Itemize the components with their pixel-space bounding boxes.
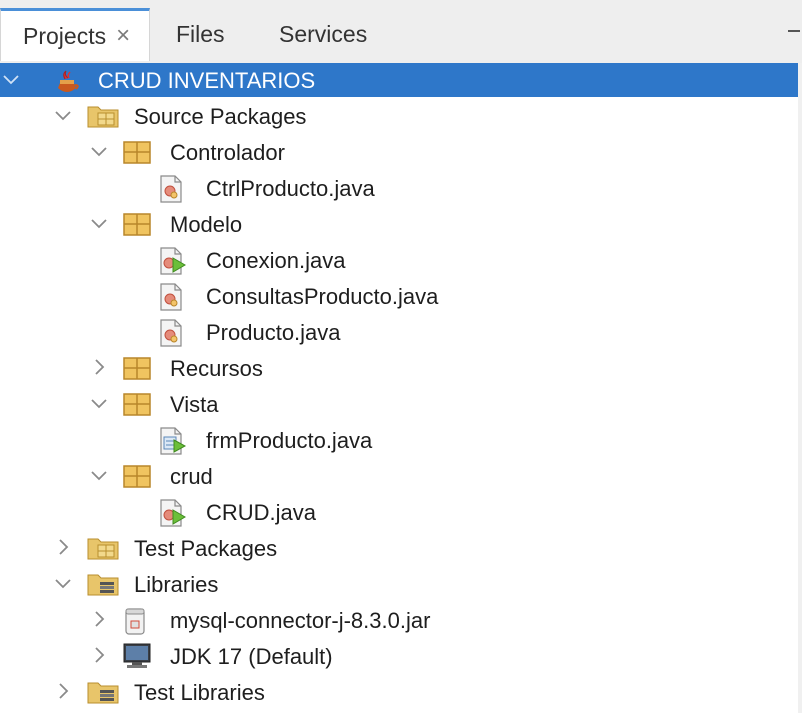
java-class-icon [158,282,184,317]
chevron-down-icon[interactable] [88,210,110,238]
tree-row[interactable]: Conexion.java [0,243,802,279]
tree-item-label: Controlador [170,140,285,165]
tree-row[interactable]: Test Packages [0,531,802,567]
tree-item-label: Conexion.java [206,248,346,273]
tree-row[interactable]: Controlador [0,135,802,171]
jar-icon [122,606,148,641]
java-form-icon [158,426,188,461]
package-icon [122,462,152,495]
jdk-icon [122,642,152,675]
package-icon [122,138,152,171]
java-class-icon [158,318,184,353]
tree-item-label: CRUD.java [206,500,317,525]
tree-item-label: Producto.java [206,320,341,345]
tree-item-label: Recursos [170,356,263,381]
tab-projects[interactable]: Projects × [0,8,150,61]
tree-row[interactable]: Test Libraries [0,675,802,711]
tab-files-label: Files [176,21,225,47]
chevron-right-icon[interactable] [88,354,110,382]
tree-item-label: Test Packages [134,536,278,561]
tree-row[interactable]: mysql-connector-j-8.3.0.jar [0,603,802,639]
tree-row[interactable]: Libraries [0,567,802,603]
chevron-down-icon[interactable] [88,462,110,490]
tab-bar: Projects × Files Services [0,0,802,63]
tree-item-label: CRUD INVENTARIOS [98,68,316,93]
tree-row[interactable]: ConsultasProducto.java [0,279,802,315]
tree-row[interactable]: Recursos [0,351,802,387]
tree-row[interactable]: CtrlProducto.java [0,171,802,207]
java-project-icon [52,66,82,101]
source-packages-icon [86,102,120,135]
chevron-down-icon[interactable] [88,138,110,166]
tree-row[interactable]: Producto.java [0,315,802,351]
tab-files[interactable]: Files [176,8,225,61]
package-icon [122,390,152,423]
java-main-class-icon [158,498,188,533]
java-main-class-icon [158,246,188,281]
close-icon[interactable]: × [116,22,130,50]
window-menu-icon[interactable] [788,30,800,32]
tree-item-label: frmProducto.java [206,428,373,453]
tab-services[interactable]: Services [279,8,367,61]
tree-item-label: Source Packages [134,104,307,129]
tree-row[interactable]: CRUD INVENTARIOS [0,63,802,97]
tree-row[interactable]: crud [0,459,802,495]
tree-item-label: CtrlProducto.java [206,176,375,201]
tree-row[interactable]: CRUD.java [0,495,802,531]
tree-item-label: ConsultasProducto.java [206,284,439,309]
tree-item-label: Vista [170,392,219,417]
tree-item-label: Modelo [170,212,243,237]
tab-projects-label: Projects [23,22,107,49]
java-class-icon [158,174,184,209]
tree-item-label: Test Libraries [134,680,265,705]
libraries-icon [86,570,120,603]
tree-row[interactable]: Source Packages [0,99,802,135]
vertical-scrollbar[interactable] [798,63,802,713]
package-icon [122,354,152,387]
chevron-right-icon[interactable] [88,642,110,670]
tree-item-label: JDK 17 (Default) [170,644,333,669]
chevron-down-icon[interactable] [88,390,110,418]
tree-item-label: mysql-connector-j-8.3.0.jar [170,608,431,633]
chevron-down-icon[interactable] [0,66,22,94]
tree-item-label: crud [170,464,213,489]
tab-services-label: Services [279,21,368,47]
chevron-down-icon[interactable] [52,102,74,130]
package-icon [122,210,152,243]
chevron-right-icon[interactable] [88,606,110,634]
chevron-down-icon[interactable] [52,570,74,598]
libraries-icon [86,678,120,711]
tree-row[interactable]: JDK 17 (Default) [0,639,802,675]
tree-row[interactable]: frmProducto.java [0,423,802,459]
tree-item-label: Libraries [134,572,219,597]
project-tree: CRUD INVENTARIOS Source Packages Control… [0,63,802,713]
test-packages-icon [86,534,120,567]
chevron-right-icon[interactable] [52,678,74,706]
tree-row[interactable]: Vista [0,387,802,423]
tree-row[interactable]: Modelo [0,207,802,243]
chevron-right-icon[interactable] [52,534,74,562]
